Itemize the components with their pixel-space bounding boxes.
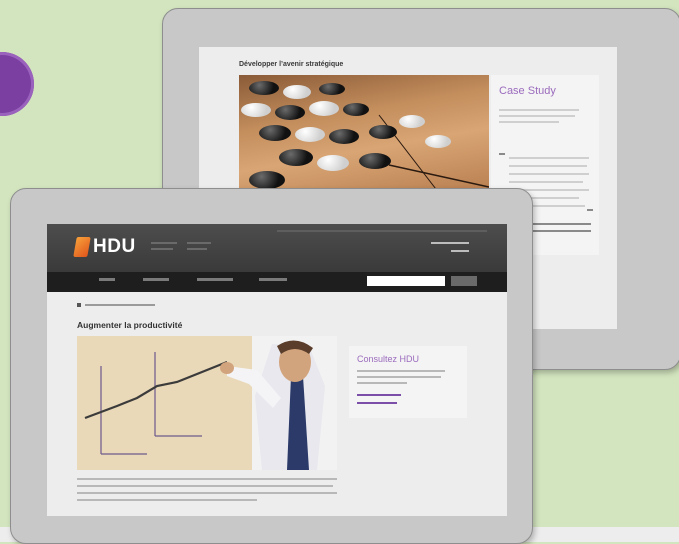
presenter-image [77, 336, 337, 470]
go-stone-icon [283, 85, 311, 99]
tagline-line [187, 248, 207, 250]
go-stone-icon [249, 81, 279, 95]
nav-item[interactable] [197, 278, 233, 281]
tagline-line [187, 242, 211, 244]
go-stone-icon [279, 149, 313, 166]
go-stone-icon [343, 103, 369, 116]
body-text-line [77, 478, 337, 480]
text-line [509, 165, 587, 167]
author-line [531, 223, 591, 225]
go-stone-icon [359, 153, 391, 169]
top-links-line[interactable] [277, 230, 487, 232]
nav-item[interactable] [259, 278, 287, 281]
go-stone-icon [259, 125, 291, 141]
tagline-line [151, 242, 177, 244]
search-button[interactable] [451, 276, 477, 286]
tablet-frame-front: HDU Augmenter la productivité Consultez … [10, 188, 533, 544]
text-line [357, 370, 445, 372]
nav-item[interactable] [143, 278, 169, 281]
go-board-image [239, 75, 489, 193]
go-stone-icon [329, 129, 359, 144]
nav-item[interactable] [99, 278, 115, 281]
consult-card: Consultez HDU [349, 346, 467, 418]
text-line [509, 157, 589, 159]
card-link[interactable] [357, 402, 397, 404]
hdu-logo[interactable]: HDU [93, 236, 136, 258]
go-stone-icon [369, 125, 397, 139]
quote-mark-icon [499, 153, 505, 155]
tablet-screen-front: HDU Augmenter la productivité Consultez … [47, 224, 507, 516]
site-header: HDU [47, 224, 507, 272]
go-stone-icon [317, 155, 349, 171]
text-line [509, 173, 589, 175]
text-line [509, 181, 583, 183]
page-title: Augmenter la productivité [77, 320, 183, 330]
text-line [357, 376, 441, 378]
go-stone-icon [399, 115, 425, 128]
card-title: Consultez HDU [357, 354, 420, 364]
go-stone-icon [319, 83, 345, 95]
contact-line [451, 250, 469, 252]
whiteboard-chart-icon [77, 336, 337, 470]
text-line [499, 115, 575, 117]
home-icon[interactable] [77, 303, 81, 307]
hdu-logo-icon [73, 237, 91, 257]
body-text-line [77, 485, 333, 487]
contact-line [431, 242, 469, 244]
text-line [357, 382, 407, 384]
go-stone-icon [249, 171, 285, 189]
quote-mark-icon [587, 209, 593, 211]
purple-badge-icon [0, 52, 34, 116]
go-stone-icon [425, 135, 451, 148]
card-link[interactable] [357, 394, 401, 396]
go-stone-icon [241, 103, 271, 117]
go-stone-icon [275, 105, 305, 120]
main-nav [47, 272, 507, 292]
body-text-line [77, 492, 337, 494]
go-stone-icon [309, 101, 339, 116]
text-line [499, 109, 579, 111]
tagline-line [151, 248, 173, 250]
text-line [499, 121, 559, 123]
go-stone-icon [295, 127, 325, 142]
search-input[interactable] [367, 276, 445, 286]
breadcrumb[interactable] [85, 304, 155, 306]
case-study-title: Case Study [499, 85, 556, 97]
back-page-title: Développer l’avenir stratégique [239, 61, 344, 68]
body-text-line [77, 499, 257, 501]
